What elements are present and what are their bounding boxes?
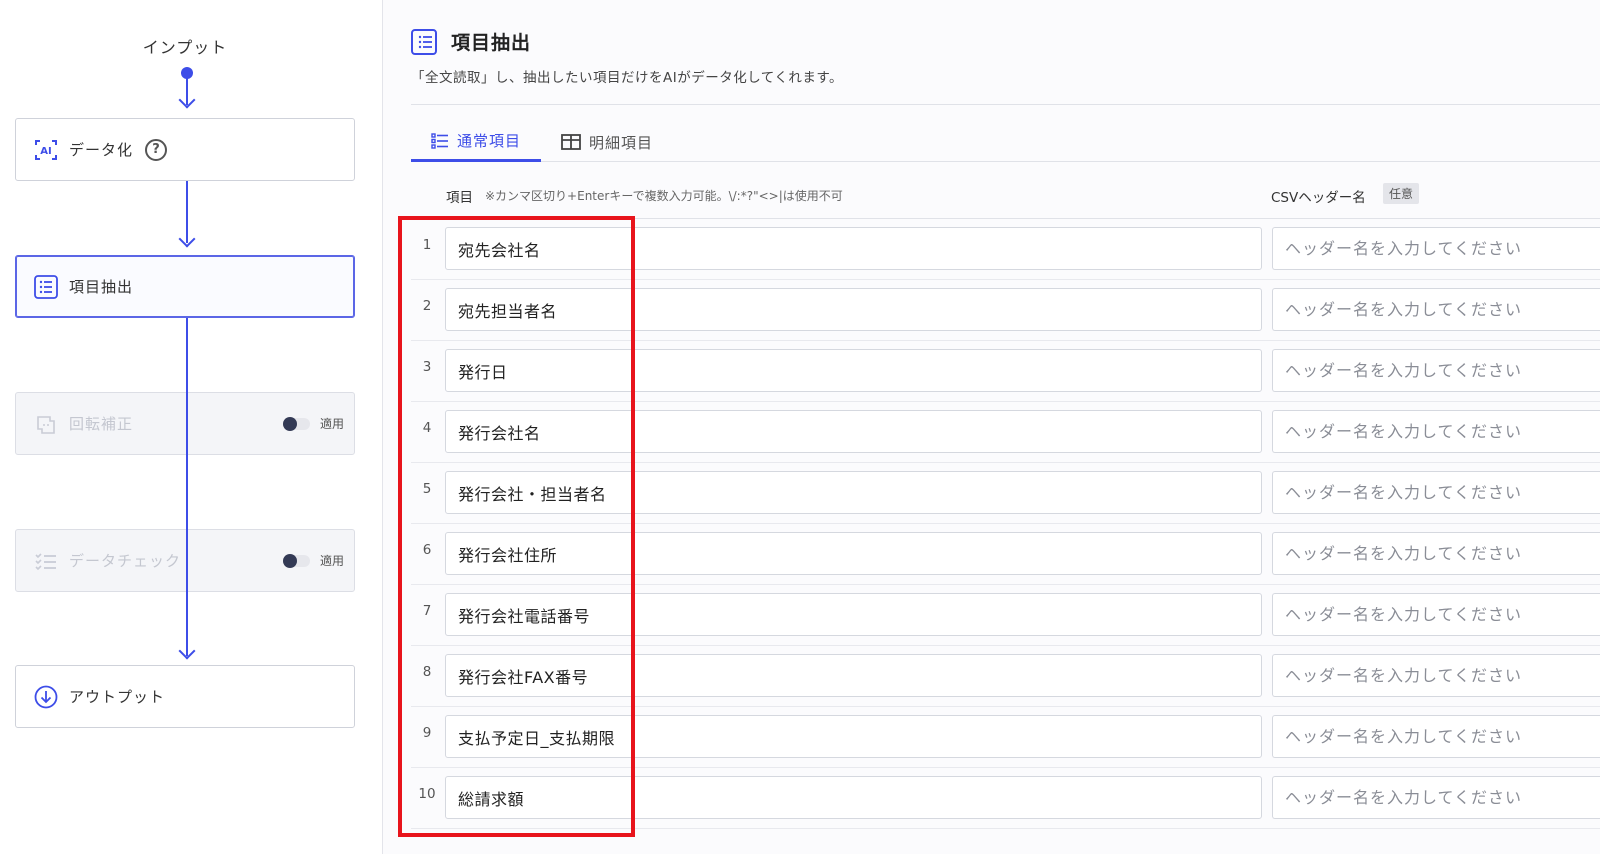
help-icon[interactable]: ? — [145, 138, 168, 161]
checklist-icon — [33, 548, 59, 574]
apply-toggle[interactable] — [283, 554, 310, 568]
toggle-label: 適用 — [320, 554, 345, 568]
flow-connector — [186, 318, 188, 656]
tab-label: 通常項目 — [457, 132, 522, 150]
flow-arrowhead — [178, 91, 196, 109]
apply-toggle[interactable] — [283, 417, 310, 431]
list-icon — [33, 274, 59, 300]
divider — [411, 104, 1600, 105]
node-label: 項目抽出 — [69, 278, 134, 296]
download-circle-icon — [33, 684, 59, 710]
node-label: データチェック — [69, 552, 182, 570]
csv-header-input[interactable] — [1272, 410, 1600, 453]
optional-badge: 任意 — [1383, 183, 1420, 204]
page-description: 「全文読取」し、抽出したい項目だけをAIがデータ化してくれます。 — [411, 70, 844, 86]
list-icon — [431, 132, 449, 150]
table-icon — [561, 133, 581, 151]
csv-header-input[interactable] — [1272, 654, 1600, 697]
rotate-doc-icon — [33, 411, 59, 437]
flow-node-field-extraction[interactable]: 項目抽出 — [15, 255, 355, 318]
page-title: 項目抽出 — [451, 32, 532, 54]
ai-scan-icon: AI — [33, 137, 59, 163]
csv-header-input[interactable] — [1272, 349, 1600, 392]
csv-header-input[interactable] — [1272, 593, 1600, 636]
workflow-panel: インプット AI データ化 ? 項目抽出 回転補正 適用 データチェック 適用 … — [0, 0, 382, 854]
input-label: インプット — [142, 38, 228, 57]
csv-header-input[interactable] — [1272, 288, 1600, 331]
highlight-annotation — [398, 216, 635, 837]
csv-header-input[interactable] — [1272, 227, 1600, 270]
toggle-label: 適用 — [320, 417, 345, 431]
flow-node-data-check[interactable]: データチェック 適用 — [15, 529, 355, 592]
csv-header-input[interactable] — [1272, 532, 1600, 575]
flow-node-rotation-correction[interactable]: 回転補正 適用 — [15, 392, 355, 455]
svg-text:AI: AI — [40, 146, 51, 157]
tab-label: 明細項目 — [589, 133, 654, 152]
csv-header-input[interactable] — [1272, 776, 1600, 819]
column-header-note: ※カンマ区切り+Enterキーで複数入力可能。\/:*?"<>|は使用不可 — [485, 189, 843, 203]
node-label: 回転補正 — [69, 415, 134, 433]
node-label: アウトプット — [69, 688, 166, 706]
csv-header-input[interactable] — [1272, 471, 1600, 514]
column-header-items: 項目 — [446, 190, 473, 206]
tab-normal-items[interactable]: 通常項目 — [411, 122, 541, 162]
tab-bar: 通常項目 明細項目 — [411, 122, 1600, 162]
flow-arrowhead — [178, 642, 196, 660]
column-header-csv: CSVヘッダー名 — [1271, 190, 1366, 206]
tab-detail-items[interactable]: 明細項目 — [541, 122, 673, 162]
list-icon — [411, 28, 437, 55]
panel-header: 項目抽出 — [411, 28, 531, 55]
flow-node-data-conversion[interactable]: AI データ化 ? — [15, 118, 355, 181]
csv-header-input[interactable] — [1272, 715, 1600, 758]
flow-node-output[interactable]: アウトプット — [15, 665, 355, 728]
node-label: データ化 — [69, 141, 134, 159]
flow-arrowhead — [178, 230, 196, 248]
